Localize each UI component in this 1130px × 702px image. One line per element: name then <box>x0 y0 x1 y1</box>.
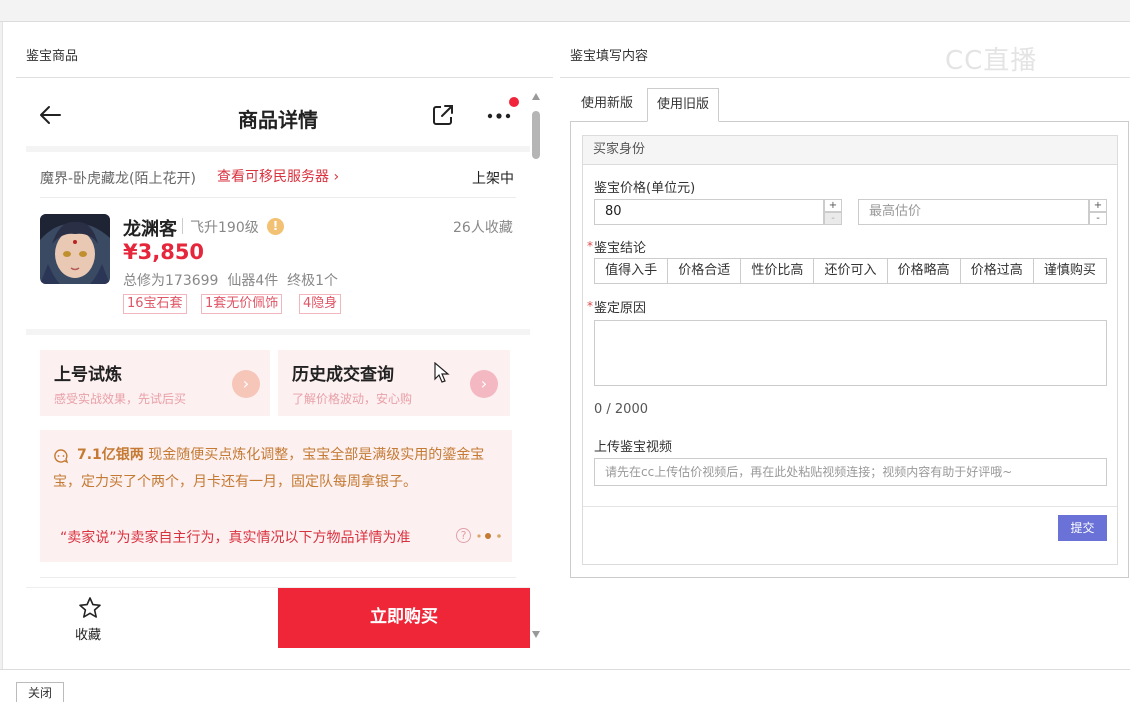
form-header-buyer-identity: 买家身份 <box>583 136 1117 165</box>
server-divider <box>40 197 516 198</box>
window-top-bar <box>0 0 1130 22</box>
chevron-right-icon: › <box>333 169 340 185</box>
character-name: 龙渊客 <box>123 219 177 240</box>
history-deal-card[interactable]: 历史成交查询 了解价格波动，安心购 › <box>278 350 510 416</box>
conclusion-option-worth-buying[interactable]: 值得入手 <box>595 259 669 283</box>
max-estimate-increment-button[interactable]: + <box>1089 199 1107 212</box>
mouse-cursor-icon <box>434 361 450 384</box>
buy-now-button[interactable]: 立即购买 <box>278 588 530 648</box>
required-mark: * <box>587 299 593 313</box>
tab-old-version[interactable]: 使用旧版 <box>647 88 719 122</box>
conclusion-option-good-value[interactable]: 性价比高 <box>741 259 815 283</box>
price-decrement-button[interactable]: - <box>824 212 842 225</box>
seller-disclaimer: “卖家说”为卖家自主行为，真实情况以下方物品详情为准 <box>60 530 411 546</box>
trial-login-subtitle: 感受实战效果，先试后买 <box>54 392 187 406</box>
description-highlight: 7.1亿银两 <box>77 447 144 463</box>
trial-login-card[interactable]: 上号试炼 感受实战效果，先试后买 › <box>40 350 270 416</box>
transfer-server-link-label: 查看可移民服务器 <box>217 169 329 185</box>
video-label: 上传鉴宝视频 <box>594 440 673 455</box>
conclusion-option-cautious[interactable]: 谨慎购买 <box>1034 259 1106 283</box>
required-mark: * <box>587 239 593 253</box>
footer-divider <box>0 669 1130 670</box>
char-counter: 0 / 2000 <box>594 402 648 417</box>
right-section-divider <box>560 77 1130 78</box>
appraisal-form-container: 买家身份 鉴宝价格(单位元) 80 + - 最高估价 + - * 鉴宝结论 值得… <box>570 121 1129 578</box>
more-dots-icon[interactable] <box>486 108 518 124</box>
share-icon[interactable] <box>431 103 455 127</box>
warning-info-icon[interactable]: ! <box>267 218 284 235</box>
price-input[interactable]: 80 <box>594 199 824 225</box>
close-button[interactable]: 关闭 <box>16 682 64 702</box>
chevron-right-icon: › <box>232 370 260 398</box>
help-question-icon[interactable]: ? <box>456 528 471 543</box>
transfer-server-link[interactable]: 查看可移民服务器 › <box>217 166 339 186</box>
name-divider <box>182 218 183 234</box>
feature-tag: 1套无价佩饰 <box>201 294 283 314</box>
seller-description-box: 7.1亿银两 现金随便买点炼化调整，宝宝全部是满级实用的鎏金宝宝，定力买了个两个… <box>40 430 512 562</box>
back-arrow-icon[interactable] <box>38 102 64 128</box>
submit-button[interactable]: 提交 <box>1058 515 1107 541</box>
seller-description: 7.1亿银两 现金随便买点炼化调整，宝宝全部是满级实用的鎏金宝宝，定力买了个两个… <box>53 442 503 496</box>
feature-tag: 4隐身 <box>299 294 342 314</box>
price: ¥3,850 <box>123 240 205 264</box>
max-estimate-input[interactable]: 最高估价 <box>858 199 1089 225</box>
loading-dots-icon <box>476 530 504 542</box>
chevron-right-icon: › <box>470 370 498 398</box>
product-panel-scrollbar[interactable] <box>531 93 543 638</box>
reason-textarea[interactable] <box>594 320 1107 386</box>
right-section-title: 鉴宝填写内容 <box>570 49 649 64</box>
history-deal-title: 历史成交查询 <box>292 365 394 385</box>
character-stats: 总修为173699 仙器4件 终极1个 <box>123 273 339 289</box>
reason-label: 鉴定原因 <box>594 301 647 316</box>
window-left-edge <box>0 22 3 670</box>
scroll-thumb[interactable] <box>532 111 540 159</box>
section-divider <box>26 329 530 335</box>
watermark-logo: CC直播 <box>945 46 1038 76</box>
trial-login-title: 上号试炼 <box>54 365 122 385</box>
notification-dot <box>509 97 519 107</box>
conclusion-option-negotiable[interactable]: 还价可入 <box>814 259 888 283</box>
favorite-count: 26人收藏 <box>453 220 513 236</box>
nav-divider <box>26 146 530 152</box>
price-label: 鉴宝价格(单位元) <box>594 181 696 196</box>
form-footer-divider <box>583 506 1117 507</box>
favorite-label: 收藏 <box>75 628 102 643</box>
description-divider <box>40 577 516 578</box>
character-level: 飞升190级 <box>190 220 259 236</box>
star-icon <box>78 596 102 620</box>
character-avatar[interactable] <box>40 214 110 284</box>
scroll-down-arrow-icon[interactable] <box>532 631 540 638</box>
conclusion-option-too-high[interactable]: 价格过高 <box>961 259 1034 283</box>
listing-status: 上架中 <box>472 171 514 187</box>
favorite-button[interactable]: 收藏 <box>64 596 116 644</box>
tab-new-version[interactable]: 使用新版 <box>571 88 643 122</box>
conclusion-option-slightly-high[interactable]: 价格略高 <box>888 259 961 283</box>
feature-tag: 16宝石套 <box>123 294 187 314</box>
max-estimate-decrement-button[interactable]: - <box>1089 212 1107 225</box>
video-link-input[interactable]: 请先在cc上传估价视频后，再在此处粘贴视频连接；视频内容有助于好评哦~ <box>594 458 1107 486</box>
history-deal-subtitle: 了解价格波动，安心购 <box>292 392 413 406</box>
left-section-divider <box>16 77 553 78</box>
scroll-up-arrow-icon[interactable] <box>532 93 540 100</box>
page-title: 商品详情 <box>238 108 318 132</box>
conclusion-label: 鉴宝结论 <box>594 241 647 256</box>
server-name: 魔界-卧虎藏龙(陌上花开) <box>40 171 196 187</box>
product-detail-panel: 商品详情 魔界-卧虎藏龙(陌上花开) 查看可移民服务器 › 上架中 龙渊客 飞升… <box>26 88 530 648</box>
price-increment-button[interactable]: + <box>824 199 842 212</box>
appraisal-form: 买家身份 鉴宝价格(单位元) 80 + - 最高估价 + - * 鉴宝结论 值得… <box>582 135 1118 565</box>
conclusion-option-fair-price[interactable]: 价格合适 <box>668 259 742 283</box>
conclusion-segmented-control: 值得入手 价格合适 性价比高 还价可入 价格略高 价格过高 谨慎购买 <box>594 258 1107 284</box>
left-section-title: 鉴宝商品 <box>26 49 79 64</box>
